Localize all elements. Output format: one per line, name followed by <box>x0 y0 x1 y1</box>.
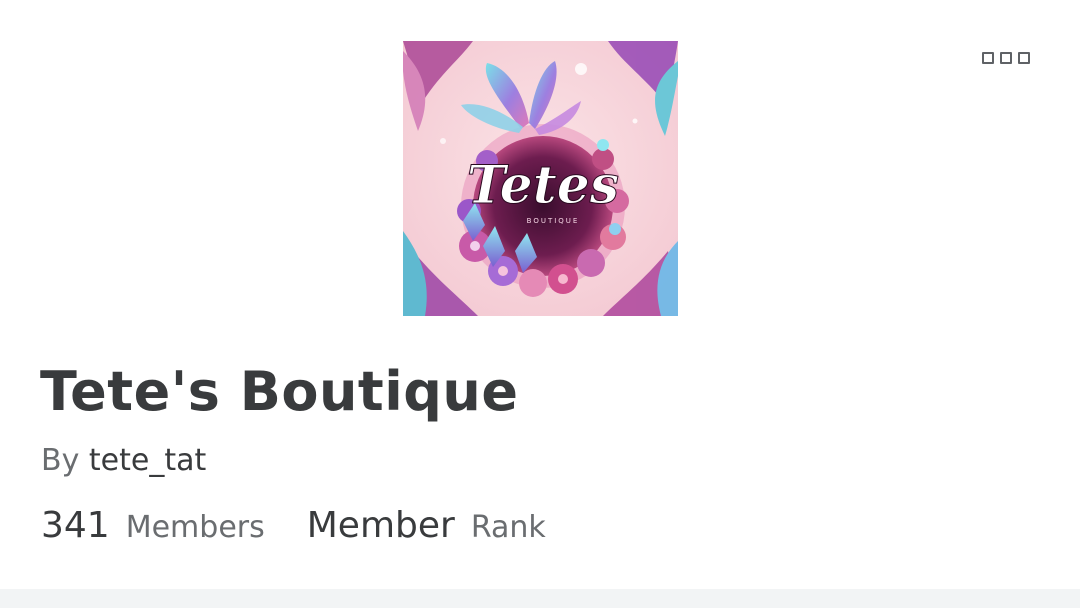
rank-value: Member <box>306 504 455 546</box>
more-options-icon <box>1018 52 1030 64</box>
members-label: Members <box>125 509 265 545</box>
group-logo: Tetes BOUTIQUE <box>403 41 678 316</box>
group-logo-art: Tetes BOUTIQUE <box>403 41 678 316</box>
group-owner: By tete_tat <box>41 440 206 482</box>
more-options-icon <box>1000 52 1012 64</box>
logo-subtext: BOUTIQUE <box>527 217 580 225</box>
more-options-icon <box>982 52 994 64</box>
logo-wordmark: Tetes <box>467 155 619 216</box>
rank-stat: Member Rank <box>307 505 546 546</box>
more-options-button[interactable] <box>980 48 1032 68</box>
members-count: 341 <box>41 504 110 546</box>
rank-label: Rank <box>470 509 546 545</box>
group-stats: 341 Members Member Rank <box>41 500 546 550</box>
group-name: Tete's Boutique <box>40 360 519 423</box>
members-stat: 341 Members <box>41 505 265 546</box>
footer-band <box>0 589 1080 608</box>
owner-prefix: By <box>41 443 80 478</box>
owner-link[interactable]: tete_tat <box>89 443 206 478</box>
